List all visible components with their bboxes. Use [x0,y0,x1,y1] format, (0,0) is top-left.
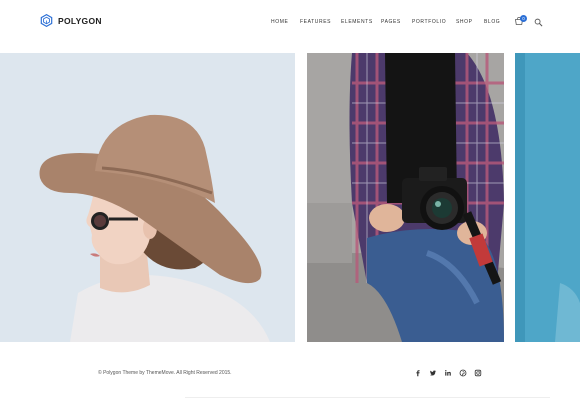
gallery-item-woman-with-hat[interactable] [0,53,295,342]
site-footer: © Polygon Theme by ThemeMove. All Right … [0,342,580,400]
search-icon[interactable] [534,18,543,27]
nav-elements[interactable]: ELEMENTS [341,19,373,25]
copyright-text: © Polygon Theme by ThemeMove. All Right … [98,370,232,376]
footer-divider [185,397,550,398]
site-header: POLYGON HOME FEATURES ELEMENTS PAGES POR… [0,0,580,52]
twitter-icon[interactable] [429,369,437,377]
pinterest-icon[interactable] [459,369,467,377]
nav-features[interactable]: FEATURES [300,19,331,25]
linkedin-icon[interactable] [444,369,452,377]
gallery-item-man-with-camera[interactable] [307,53,504,342]
nav-portfolio[interactable]: PORTFOLIO [412,19,446,25]
main-nav: HOME FEATURES ELEMENTS PAGES PORTFOLIO S… [0,19,580,29]
nav-shop[interactable]: SHOP [456,19,473,25]
facebook-icon[interactable] [414,369,422,377]
nav-home[interactable]: HOME [271,19,288,25]
nav-pages[interactable]: PAGES [381,19,401,25]
instagram-icon[interactable] [474,369,482,377]
cart-count-badge: 0 [520,15,527,22]
portfolio-gallery [0,53,580,342]
nav-blog[interactable]: BLOG [484,19,500,25]
gallery-item-teal-panel[interactable] [515,53,580,342]
